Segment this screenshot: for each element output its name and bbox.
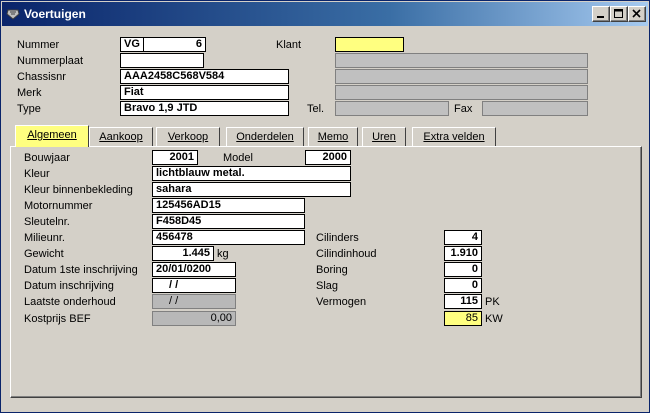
cilindinhoud-field[interactable]: 1.910 bbox=[444, 246, 482, 261]
title-bar[interactable]: Voertuigen bbox=[2, 2, 648, 26]
klant-field[interactable] bbox=[335, 37, 404, 52]
laatste-onderhoud-field: / / bbox=[152, 294, 236, 309]
chassisnr-field[interactable]: AAA2458C568V584 bbox=[120, 69, 289, 84]
tab-memo[interactable]: Memo bbox=[308, 127, 358, 147]
nummer-field[interactable]: 6 bbox=[143, 37, 206, 52]
gewicht-field[interactable]: 1.445 bbox=[152, 246, 214, 261]
vermogen-pk-field[interactable]: 115 bbox=[444, 294, 482, 309]
boring-field[interactable]: 0 bbox=[444, 262, 482, 277]
bouwjaar-field[interactable]: 2001 bbox=[152, 150, 198, 165]
type-label: Type bbox=[17, 103, 41, 115]
kleur-field[interactable]: lichtblauw metal. bbox=[152, 166, 351, 181]
car-app-icon bbox=[6, 9, 20, 20]
sleutelnr-label: Sleutelnr. bbox=[24, 216, 70, 228]
chassisnr-label: Chassisnr bbox=[17, 71, 66, 83]
laatste-onderhoud-label: Laatste onderhoud bbox=[24, 296, 116, 308]
maximize-icon bbox=[614, 9, 623, 18]
milieunr-field[interactable]: 456478 bbox=[152, 230, 305, 245]
datum-1ste-inschrijving-label: Datum 1ste inschrijving bbox=[24, 264, 138, 276]
sleutelnr-field[interactable]: F458D45 bbox=[152, 214, 305, 229]
vermogen-label: Vermogen bbox=[316, 296, 367, 308]
tab-aankoop[interactable]: Aankoop bbox=[89, 127, 153, 147]
tab-extra-velden[interactable]: Extra velden bbox=[412, 127, 496, 147]
fax-field bbox=[482, 101, 588, 116]
vermogen-pk-unit: PK bbox=[485, 296, 500, 308]
cilindinhoud-label: Cilindinhoud bbox=[316, 248, 377, 260]
tel-field bbox=[335, 101, 449, 116]
close-button[interactable] bbox=[628, 6, 646, 22]
datum-inschrijving-field[interactable]: / / bbox=[152, 278, 236, 293]
kostprijs-field: 0,00 bbox=[152, 311, 236, 326]
merk-field[interactable]: Fiat bbox=[120, 85, 289, 100]
datum-1ste-inschrijving-field[interactable]: 20/01/0200 bbox=[152, 262, 236, 277]
kleur-binnen-field[interactable]: sahara bbox=[152, 182, 351, 197]
model-label: Model bbox=[223, 152, 253, 164]
klant-name-field bbox=[335, 53, 588, 68]
model-field[interactable]: 2000 bbox=[305, 150, 351, 165]
nummer-prefix-field[interactable]: VG bbox=[120, 37, 144, 52]
tab-uren[interactable]: Uren bbox=[362, 127, 406, 147]
kostprijs-label: Kostprijs BEF bbox=[24, 313, 91, 325]
minimize-icon bbox=[597, 16, 604, 18]
maximize-button[interactable] bbox=[610, 6, 628, 22]
klant-city-field bbox=[335, 85, 588, 100]
slag-field[interactable]: 0 bbox=[444, 278, 482, 293]
type-field[interactable]: Bravo 1,9 JTD bbox=[120, 101, 289, 116]
datum-inschrijving-label: Datum inschrijving bbox=[24, 280, 114, 292]
fax-label: Fax bbox=[454, 103, 473, 115]
tab-onderdelen[interactable]: Onderdelen bbox=[226, 127, 304, 147]
voertuigen-window: Voertuigen Nummer VG 6 Klant Nummerplaat… bbox=[0, 0, 650, 413]
nummerplaat-field[interactable] bbox=[120, 53, 204, 68]
klant-address-field bbox=[335, 69, 588, 84]
close-icon bbox=[632, 9, 641, 18]
gewicht-label: Gewicht bbox=[24, 248, 64, 260]
cilinders-field[interactable]: 4 bbox=[444, 230, 482, 245]
cilinders-label: Cilinders bbox=[316, 232, 359, 244]
bouwjaar-label: Bouwjaar bbox=[24, 152, 70, 164]
nummer-label: Nummer bbox=[17, 39, 60, 51]
tab-verkoop[interactable]: Verkoop bbox=[156, 127, 220, 147]
gewicht-unit: kg bbox=[217, 248, 229, 260]
vermogen-kw-field[interactable]: 85 bbox=[444, 311, 482, 326]
tab-algemeen[interactable]: Algemeen bbox=[15, 125, 89, 147]
window-title: Voertuigen bbox=[24, 7, 86, 21]
merk-label: Merk bbox=[17, 87, 42, 99]
minimize-button[interactable] bbox=[592, 6, 610, 22]
kleur-binnen-label: Kleur binnenbekleding bbox=[24, 184, 133, 196]
motornummer-label: Motornummer bbox=[24, 200, 93, 212]
tel-label: Tel. bbox=[307, 103, 325, 115]
nummerplaat-label: Nummerplaat bbox=[17, 55, 84, 67]
boring-label: Boring bbox=[316, 264, 348, 276]
slag-label: Slag bbox=[316, 280, 339, 292]
motornummer-field[interactable]: 125456AD15 bbox=[152, 198, 305, 213]
klant-label: Klant bbox=[276, 39, 302, 51]
vermogen-kw-unit: KW bbox=[485, 313, 503, 325]
kleur-label: Kleur bbox=[24, 168, 50, 180]
milieunr-label: Milieunr. bbox=[24, 232, 65, 244]
